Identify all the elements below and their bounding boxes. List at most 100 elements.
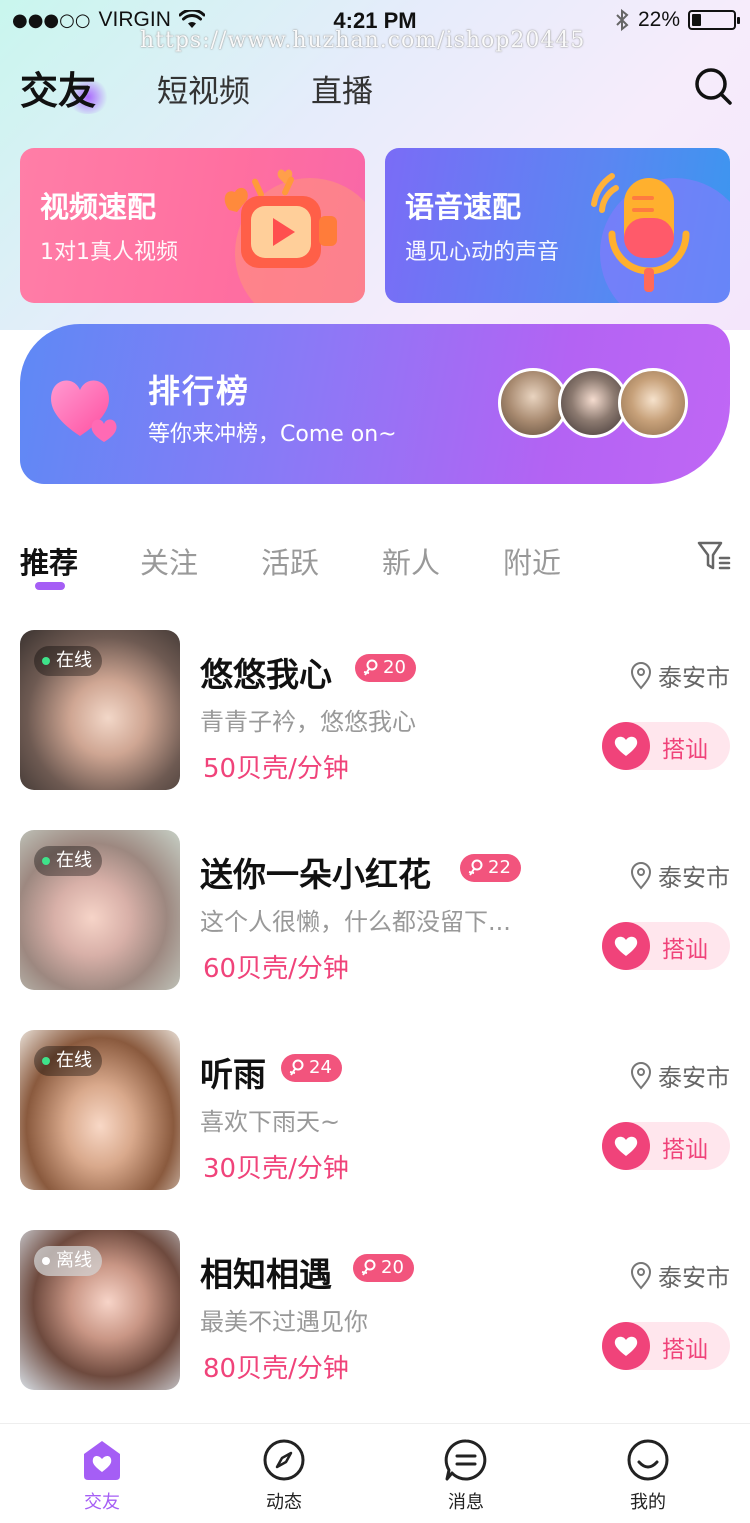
video-match-card[interactable]: 视频速配 1对1真人视频 [20,148,365,303]
ranking-avatar [618,368,688,438]
tab-follow[interactable]: 关注 [140,540,198,582]
video-match-subtitle: 1对1真人视频 [40,240,178,265]
location-text: 泰安市 [658,1264,730,1292]
nav-messages[interactable]: 消息 [396,1424,536,1523]
greet-button[interactable]: 搭讪 [602,722,730,770]
user-signature: 喜欢下雨天~ [200,1108,341,1136]
video-camera-icon [224,169,337,268]
greet-heart-icon [602,1122,650,1170]
female-icon [363,659,378,676]
greet-heart-icon [602,722,650,770]
filter-icon[interactable] [696,538,732,574]
user-photo[interactable]: 在线 [20,830,180,990]
user-price: 50贝壳/分钟 [203,754,349,784]
battery-level [692,14,701,26]
heart-home-icon [84,1441,120,1480]
top-tab-bar: 交友 短视频 直播 [0,56,750,116]
microphone-icon [591,173,690,292]
age-value: 22 [488,857,511,878]
location-pin-icon [630,661,652,690]
greet-label: 搭讪 [662,737,708,763]
age-value: 24 [309,1057,332,1078]
online-status-badge: 在线 [34,846,102,876]
voice-match-title: 语音速配 [405,190,522,224]
female-icon [361,1259,376,1276]
online-status-badge: 在线 [34,1046,102,1076]
nav-moments[interactable]: 动态 [214,1424,354,1523]
user-signature: 这个人很懒，什么都没留下... [200,908,511,936]
active-tab-indicator [35,582,65,590]
ranking-subtitle: 等你来冲榜，Come on~ [148,422,397,447]
user-price: 30贝壳/分钟 [203,1154,349,1184]
age-badge: 22 [460,854,521,882]
location-pin-icon [630,1061,652,1090]
user-name: 送你一朵小红花 [200,855,431,894]
user-price: 60贝壳/分钟 [203,954,349,984]
age-badge: 20 [353,1254,414,1282]
age-badge: 20 [355,654,416,682]
ranking-banner[interactable]: 排行榜 等你来冲榜，Come on~ [20,324,730,484]
user-photo[interactable]: 离线 [20,1230,180,1390]
search-icon[interactable] [693,66,733,106]
user-photo[interactable]: 在线 [20,630,180,790]
user-signature: 最美不过遇见你 [200,1308,368,1336]
location-text: 泰安市 [658,1064,730,1092]
tab-live[interactable]: 直播 [311,66,373,111]
greet-label: 搭讪 [662,1337,708,1363]
greet-heart-icon [602,1322,650,1370]
greet-label: 搭讪 [662,937,708,963]
heart-icon [51,380,117,442]
age-value: 20 [383,657,406,678]
greet-heart-icon [602,922,650,970]
user-location: 泰安市 [630,858,730,893]
user-list-item[interactable]: 离线 相知相遇 20 最美不过遇见你 80贝壳/分钟 泰安市 搭讪 [0,1230,750,1390]
user-photo[interactable]: 在线 [20,1030,180,1190]
message-icon [444,1439,487,1481]
bottom-nav: 交友 动态 消息 我的 [0,1423,750,1523]
user-list-item[interactable]: 在线 听雨 24 喜欢下雨天~ 30贝壳/分钟 泰安市 搭讪 [0,1030,750,1190]
tab-nearby[interactable]: 附近 [503,540,561,582]
user-signature: 青青子衿，悠悠我心 [200,708,416,736]
user-name: 悠悠我心 [200,655,332,694]
tab-active[interactable]: 活跃 [261,540,319,582]
user-price: 80贝壳/分钟 [203,1354,349,1384]
user-list-item[interactable]: 在线 送你一朵小红花 22 这个人很懒，什么都没留下... 60贝壳/分钟 泰安… [0,830,750,990]
location-pin-icon [630,1261,652,1290]
greet-button[interactable]: 搭讪 [602,1122,730,1170]
tab-short-video[interactable]: 短视频 [157,66,250,111]
user-name: 相知相遇 [200,1255,332,1294]
watermark: https://www.huzhan.com/ishop20445 [140,28,586,53]
offline-status-badge: 离线 [34,1246,102,1276]
location-text: 泰安市 [658,864,730,892]
tab-friends[interactable]: 交友 [20,60,96,115]
user-location: 泰安市 [630,658,730,693]
tab-newcomer[interactable]: 新人 [382,540,440,582]
nav-label: 动态 [266,1492,302,1513]
nav-friends[interactable]: 交友 [32,1424,172,1523]
greet-button[interactable]: 搭讪 [602,1322,730,1370]
nav-label: 我的 [630,1492,666,1513]
nav-label: 交友 [84,1492,120,1513]
bluetooth-icon [616,8,629,32]
nav-profile[interactable]: 我的 [578,1424,718,1523]
greet-label: 搭讪 [662,1137,708,1163]
battery-icon [688,10,740,30]
female-icon [289,1059,304,1076]
voice-match-card[interactable]: 语音速配 遇见心动的声音 [385,148,730,303]
greet-button[interactable]: 搭讪 [602,922,730,970]
location-pin-icon [630,861,652,890]
user-location: 泰安市 [630,1058,730,1093]
location-text: 泰安市 [658,664,730,692]
ranking-title: 排行榜 [148,372,251,410]
female-icon [468,859,483,876]
user-name: 听雨 [200,1055,266,1094]
age-value: 20 [381,1257,404,1278]
smile-face-icon [627,1439,669,1481]
compass-icon [263,1439,305,1481]
tab-recommend[interactable]: 推荐 [20,540,78,582]
user-list-item[interactable]: 在线 悠悠我心 20 青青子衿，悠悠我心 50贝壳/分钟 泰安市 搭讪 [0,630,750,790]
video-match-title: 视频速配 [40,190,157,224]
voice-match-subtitle: 遇见心动的声音 [405,240,560,265]
nav-label: 消息 [448,1492,484,1513]
user-location: 泰安市 [630,1258,730,1293]
